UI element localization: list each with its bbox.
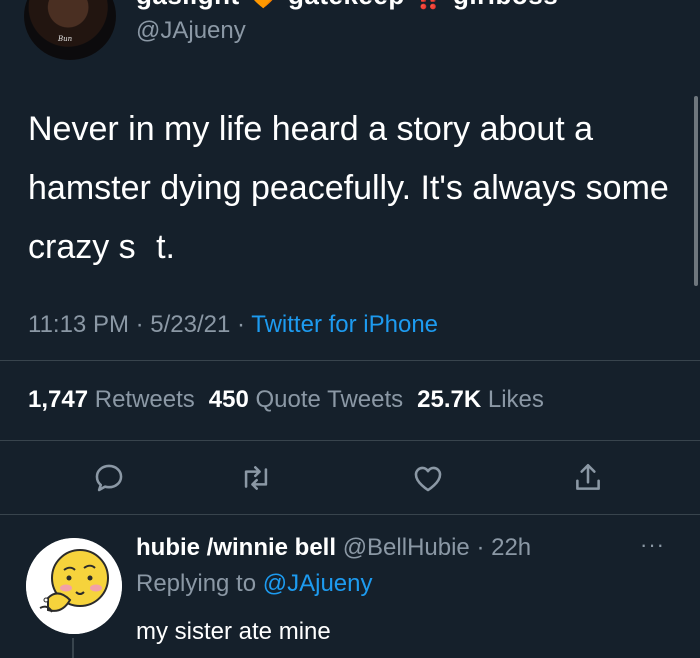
- retweets-stat[interactable]: 1,747 Retweets: [28, 386, 195, 413]
- likes-count: 25.7K: [417, 386, 482, 413]
- avatar-signature: Bun: [58, 35, 73, 43]
- reply-icon: [95, 464, 123, 492]
- retweets-count: 1,747: [28, 386, 89, 413]
- reply-time[interactable]: 22h: [491, 534, 531, 561]
- tweet-text: Never in my life heard a story about a h…: [28, 110, 669, 266]
- retweets-label: Retweets: [94, 386, 195, 413]
- divider: [0, 514, 700, 515]
- reply-button[interactable]: [87, 456, 131, 500]
- tweet-time[interactable]: 11:13 PM: [28, 311, 129, 338]
- like-button[interactable]: [406, 456, 450, 500]
- share-button[interactable]: [566, 456, 610, 500]
- divider: [0, 440, 700, 441]
- share-icon: [576, 463, 600, 490]
- tweet-date[interactable]: 5/23/21: [150, 311, 230, 338]
- meta-separator: ·: [128, 311, 151, 338]
- replying-to-handle[interactable]: @JAjueny: [263, 570, 373, 597]
- meta-separator: ·: [230, 311, 252, 338]
- tweet-source[interactable]: Twitter for iPhone: [251, 311, 438, 338]
- quotes-stat[interactable]: 450 Quote Tweets: [209, 386, 403, 413]
- quotes-count: 450: [208, 386, 249, 413]
- reply-text: my sister ate mine: [136, 618, 331, 645]
- quotes-label: Quote Tweets: [255, 386, 404, 413]
- author-handle[interactable]: @JAjueny: [136, 17, 246, 45]
- reply-author-name[interactable]: hubie /winnie bell: [136, 534, 336, 561]
- tweet-header: Bun gaslight 🧡 gatekeep ‼️ girlboss @JAj…: [0, 0, 700, 70]
- thread-line: [72, 638, 74, 658]
- retweet-icon: [244, 466, 268, 490]
- tweet-actions: [0, 450, 700, 506]
- reply-tweet[interactable]: hubie /winnie bell @BellHubie · 22h ··· …: [0, 520, 700, 658]
- divider: [0, 360, 700, 361]
- retweet-button[interactable]: [234, 456, 278, 500]
- like-icon: [414, 466, 442, 492]
- reply-header: hubie /winnie bell @BellHubie · 22h: [136, 534, 531, 562]
- replying-to-prefix: Replying to: [136, 570, 257, 597]
- emoji-avatar-icon: [26, 538, 122, 634]
- tweet-stats: 1,747 Retweets 450 Quote Tweets 25.7K Like…: [28, 386, 544, 414]
- author-display-name[interactable]: gaslight 🧡 gatekeep ‼️ girlboss: [136, 0, 558, 11]
- author-avatar[interactable]: Bun: [24, 0, 116, 60]
- more-options-icon[interactable]: ···: [640, 532, 665, 558]
- replying-to: Replying to @JAjueny: [136, 570, 373, 598]
- likes-label: Likes: [487, 386, 544, 413]
- scrollbar[interactable]: [694, 96, 698, 286]
- reply-author-handle[interactable]: @BellHubie: [343, 534, 470, 561]
- tweet-meta: 11:13 PM · 5/23/21 · Twitter for iPhone: [28, 311, 438, 339]
- reply-avatar[interactable]: [26, 538, 122, 634]
- reply-separator: ·: [469, 534, 492, 561]
- likes-stat[interactable]: 25.7K Likes: [417, 386, 544, 413]
